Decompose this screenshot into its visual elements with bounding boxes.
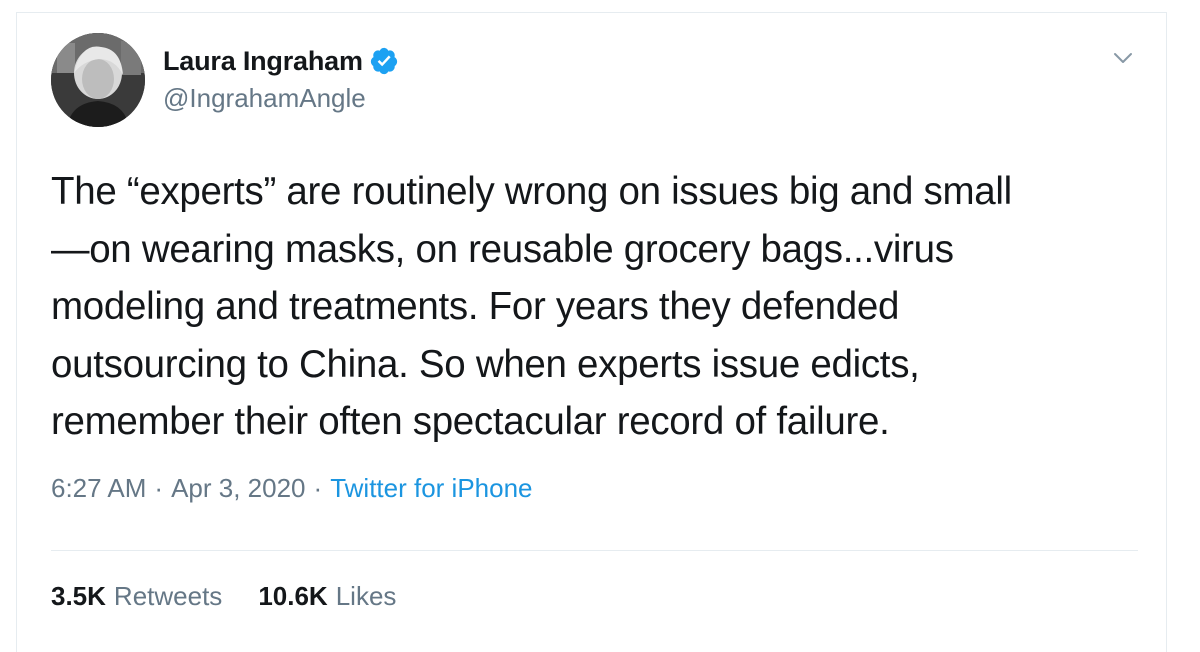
likes-stat[interactable]: 10.6K Likes xyxy=(258,581,396,612)
tweet-text-line: —on wearing masks, on reusable grocery b… xyxy=(51,227,954,271)
author-name[interactable]: Laura Ingraham xyxy=(163,46,363,77)
likes-label: Likes xyxy=(335,581,397,611)
chevron-down-icon xyxy=(1114,53,1132,63)
meta-separator: · xyxy=(154,473,164,503)
tweet-menu-button[interactable] xyxy=(1108,43,1138,73)
tweet-meta: 6:27 AM · Apr 3, 2020 · Twitter for iPho… xyxy=(51,473,533,504)
avatar-photo xyxy=(51,33,145,127)
author-name-row: Laura Ingraham xyxy=(163,43,399,79)
tweet-text-line: The “experts” are routinely wrong on iss… xyxy=(51,170,1012,213)
tweet-text-line: remember their often spectacular record … xyxy=(51,400,890,443)
tweet-date[interactable]: Apr 3, 2020 xyxy=(171,473,305,504)
tweet-text: The “experts” are routinely wrong on iss… xyxy=(51,163,1151,451)
tweet-text-line: outsourcing to China. So when experts is… xyxy=(51,342,920,386)
retweets-count: 3.5K xyxy=(51,581,106,611)
tweet-stats: 3.5K Retweets 10.6K Likes xyxy=(51,581,432,612)
meta-separator: · xyxy=(313,473,323,503)
tweet-card: Laura Ingraham @IngrahamAngle The “exper… xyxy=(16,12,1167,652)
author-handle[interactable]: @IngrahamAngle xyxy=(163,83,366,114)
tweet-source-link[interactable]: Twitter for iPhone xyxy=(330,473,532,504)
likes-count: 10.6K xyxy=(258,581,328,611)
retweets-stat[interactable]: 3.5K Retweets xyxy=(51,581,222,612)
divider xyxy=(51,550,1138,551)
verified-badge-icon xyxy=(369,46,399,76)
tweet-time[interactable]: 6:27 AM xyxy=(51,473,146,504)
avatar[interactable] xyxy=(51,33,145,127)
retweets-label: Retweets xyxy=(113,581,223,611)
tweet-text-line: modeling and treatments. For years they … xyxy=(51,285,900,328)
